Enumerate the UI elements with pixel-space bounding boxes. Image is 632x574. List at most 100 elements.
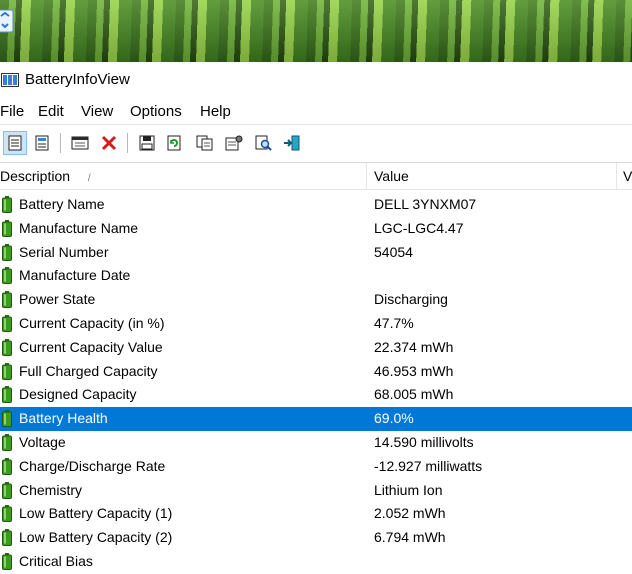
- row-description: Full Charged Capacity: [19, 362, 158, 379]
- table-row[interactable]: Power State Discharging: [0, 288, 632, 312]
- battery-icon: [2, 314, 12, 332]
- row-value: 2.052 mWh: [374, 505, 446, 522]
- battery-icon: [2, 243, 12, 261]
- table-row[interactable]: Voltage 14.590 millivolts: [0, 431, 632, 455]
- battery-icon: [2, 552, 12, 570]
- table-row[interactable]: Serial Number 54054: [0, 241, 632, 265]
- delete-button[interactable]: [97, 131, 121, 155]
- refresh-icon: [167, 135, 181, 151]
- exit-icon: [284, 135, 300, 151]
- sort-ascending-icon: /: [87, 173, 91, 184]
- desktop-wallpaper: [0, 0, 632, 62]
- properties-window-icon: [71, 136, 89, 150]
- column-extra[interactable]: V: [623, 168, 632, 184]
- battery-icon: [2, 529, 12, 547]
- exit-button[interactable]: [280, 131, 304, 155]
- copy-button[interactable]: [193, 131, 217, 155]
- column-description[interactable]: Description /: [0, 168, 91, 184]
- table-row[interactable]: Charge/Discharge Rate -12.927 milliwatts: [0, 455, 632, 479]
- table-row[interactable]: Current Capacity (in %) 47.7%: [0, 312, 632, 336]
- row-description: Power State: [19, 291, 96, 308]
- battery-icon: [2, 219, 12, 237]
- row-value: 22.374 mWh: [374, 338, 454, 355]
- row-description: Designed Capacity: [19, 386, 137, 403]
- view-list-icon: [8, 135, 22, 151]
- row-description: Manufacture Name: [19, 219, 139, 236]
- row-description: Manufacture Date: [19, 267, 131, 284]
- find-icon: [255, 135, 272, 151]
- row-value: 6.794 mWh: [374, 529, 446, 546]
- battery-icon: [2, 338, 12, 356]
- battery-icon: [2, 386, 12, 404]
- app-battery-icon: [1, 73, 19, 87]
- view-details-icon: [35, 135, 49, 151]
- battery-icon: [2, 267, 12, 285]
- row-description: Serial Number: [19, 243, 109, 260]
- battery-info-list: Battery Name DELL 3YNXM07 Manufacture Name…: [0, 193, 632, 574]
- table-row[interactable]: Current Capacity Value 22.374 mWh: [0, 336, 632, 360]
- table-row[interactable]: Battery Health 69.0%: [0, 407, 632, 431]
- row-description: Low Battery Capacity (2): [19, 529, 173, 546]
- battery-icon: [2, 505, 12, 523]
- table-row[interactable]: Low Battery Capacity (2) 6.794 mWh: [0, 526, 632, 550]
- row-description: Current Capacity Value: [19, 338, 163, 355]
- row-value: DELL 3YNXM07: [374, 196, 477, 212]
- options-button[interactable]: [222, 131, 246, 155]
- row-value: 54054: [374, 243, 413, 260]
- battery-icon: [2, 362, 12, 380]
- battery-icon: [2, 196, 12, 213]
- menu-file[interactable]: File: [0, 103, 24, 120]
- row-description: Charge/Discharge Rate: [19, 457, 166, 474]
- battery-icon: [2, 410, 12, 428]
- view-list-button[interactable]: [3, 131, 27, 155]
- battery-icon: [2, 291, 12, 309]
- window-title: BatteryInfoView: [25, 71, 130, 88]
- row-description: Low Battery Capacity (1): [19, 505, 173, 522]
- battery-icon: [2, 481, 12, 499]
- table-row[interactable]: Manufacture Date: [0, 264, 632, 288]
- save-button[interactable]: [135, 131, 159, 155]
- column-header: Description / Value V: [0, 163, 632, 190]
- view-details-button[interactable]: [30, 131, 54, 155]
- table-row[interactable]: Chemistry Lithium Ion: [0, 479, 632, 503]
- row-description: Critical Bias: [19, 552, 93, 569]
- row-value: 68.005 mWh: [374, 386, 454, 403]
- copy-icon: [196, 135, 213, 151]
- row-description: Voltage: [19, 433, 66, 450]
- row-description: Battery Health: [19, 410, 108, 427]
- row-value: 69.0%: [374, 410, 414, 427]
- table-row[interactable]: Critical Bias: [0, 550, 632, 574]
- table-row[interactable]: Battery Name DELL 3YNXM07: [0, 193, 632, 217]
- battery-icon: [2, 433, 12, 451]
- table-row[interactable]: Full Charged Capacity 46.953 mWh: [0, 360, 632, 384]
- refresh-button[interactable]: [162, 131, 186, 155]
- row-value: LGC-LGC4.47: [374, 219, 464, 236]
- column-value[interactable]: Value: [374, 168, 409, 184]
- battery-icon: [2, 457, 12, 475]
- row-value: 14.590 millivolts: [374, 433, 474, 450]
- table-row[interactable]: Low Battery Capacity (1) 2.052 mWh: [0, 502, 632, 526]
- properties-window-button[interactable]: [68, 131, 92, 155]
- menu-edit[interactable]: Edit: [38, 103, 64, 120]
- row-value: Lithium Ion: [374, 481, 443, 498]
- row-value: 46.953 mWh: [374, 362, 454, 379]
- row-description: Battery Name: [19, 196, 105, 212]
- menu-help[interactable]: Help: [200, 103, 231, 120]
- menu-view[interactable]: View: [81, 103, 113, 120]
- row-value: -12.927 milliwatts: [374, 457, 483, 474]
- menu-bar: File Edit View Options Help: [0, 99, 632, 123]
- row-value: 47.7%: [374, 314, 414, 331]
- row-value: Discharging: [374, 291, 448, 308]
- row-description: Current Capacity (in %): [19, 314, 165, 331]
- delete-icon: [101, 135, 117, 151]
- table-row[interactable]: Manufacture Name LGC-LGC4.47: [0, 217, 632, 241]
- menu-options[interactable]: Options: [130, 103, 182, 120]
- table-row[interactable]: Designed Capacity 68.005 mWh: [0, 383, 632, 407]
- row-description: Chemistry: [19, 481, 83, 498]
- find-button[interactable]: [252, 131, 276, 155]
- toolbar: [0, 124, 632, 163]
- options-icon: [225, 135, 243, 151]
- recycle-bin-icon[interactable]: [0, 4, 16, 34]
- save-icon: [139, 135, 155, 151]
- title-bar[interactable]: BatteryInfoView: [0, 62, 632, 99]
